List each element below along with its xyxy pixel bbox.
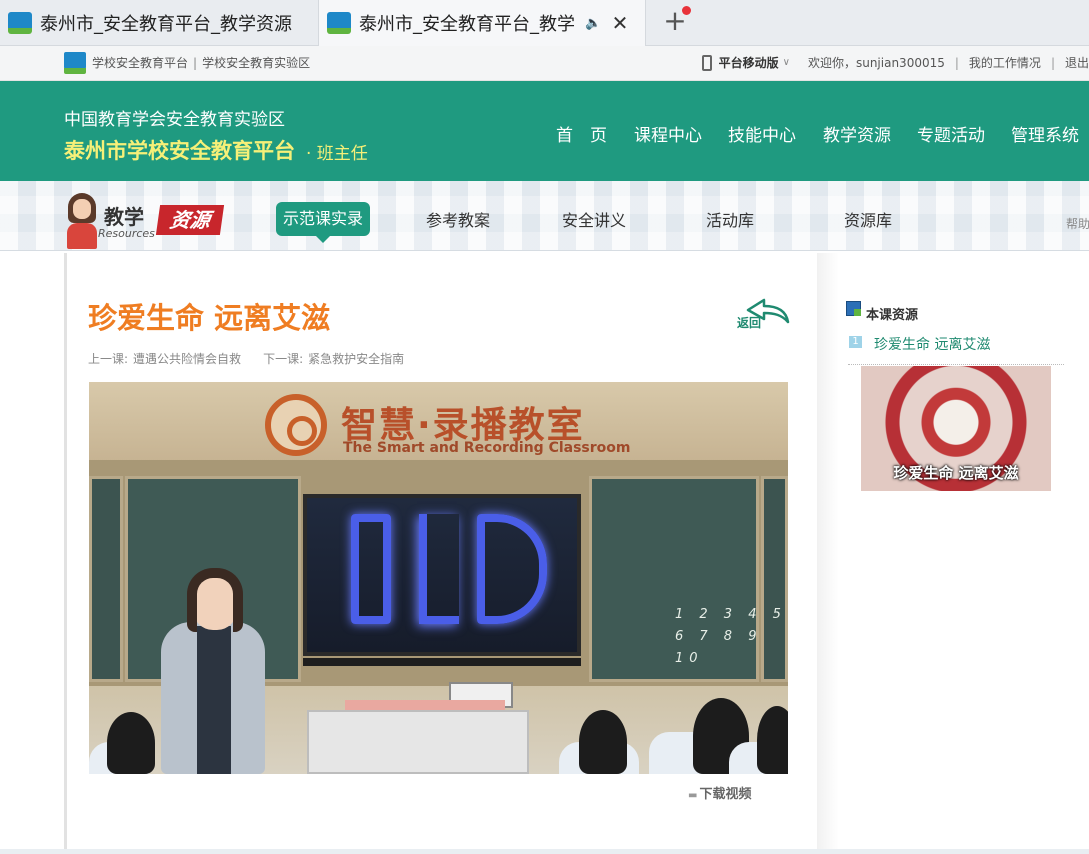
video-scene-sign: 智慧·录播教室 The Smart and Recording Classroo…	[265, 394, 630, 458]
section-logo-subtext: Resources	[98, 227, 155, 240]
divider	[848, 364, 1064, 365]
user-role: · 班主任	[306, 144, 368, 164]
prev-lesson-label: 上一课:	[88, 352, 129, 366]
site-top-strip: 学校安全教育平台 | 学校安全教育实验区 平台移动版 ∨ 欢迎你，sunjian30…	[0, 46, 1089, 81]
nav-management[interactable]: 管理系统	[1011, 121, 1079, 146]
browser-tab-1[interactable]: 泰州市_安全教育平台_教学资源	[0, 0, 318, 46]
site-name-link[interactable]: 学校安全教育平台	[92, 56, 188, 70]
lesson-pager: 上一课: 遭遇公共险情会自救 下一课: 紧急救护安全指南	[88, 350, 404, 367]
nav-home[interactable]: 首 页	[556, 121, 607, 146]
nav-skill-center[interactable]: 技能中心	[728, 121, 796, 146]
tab-lesson-plans[interactable]: 参考教案	[426, 207, 490, 231]
site-title[interactable]: 泰州市学校安全教育平台	[64, 135, 295, 165]
resource-thumbnail[interactable]: 珍爱生命 远离艾滋	[861, 366, 1051, 491]
resource-folder-icon	[846, 301, 861, 316]
tab-activity-library[interactable]: 活动库	[706, 207, 754, 231]
video-lectern	[307, 710, 529, 774]
close-tab-icon[interactable]: ✕	[611, 11, 629, 35]
help-link[interactable]: 帮助	[1066, 215, 1089, 232]
sidebar-heading: 本课资源	[866, 308, 919, 323]
notification-dot	[682, 6, 691, 15]
welcome-text: 欢迎你，sunjian300015	[807, 56, 945, 70]
lesson-video-player[interactable]: 智慧·录播教室 The Smart and Recording Classroo…	[89, 382, 788, 774]
next-lesson-label: 下一课:	[263, 352, 304, 366]
video-student-head	[579, 710, 627, 774]
org-name: 中国教育学会安全教育实验区	[64, 110, 285, 130]
prev-lesson-link[interactable]: 遭遇公共险情会自救	[133, 352, 241, 366]
mobile-phone-icon	[701, 54, 712, 71]
video-tv-screen	[303, 494, 581, 656]
tab-title: 泰州市_安全教育平台_教学资源	[359, 14, 575, 35]
section-logo-text: 教学	[104, 205, 144, 229]
tab-title: 泰州市_安全教育平台_教学资源	[40, 14, 292, 35]
resource-link[interactable]: 珍爱生命 远离艾滋	[874, 334, 990, 354]
board-numbers-row: 1 2 3 4 5	[675, 607, 787, 622]
download-video-button[interactable]: ▬ 下载视频	[688, 783, 751, 802]
video-teacher-shirt	[197, 626, 231, 774]
resource-subnav: 教学 Resources 资源 示范课实录 参考教案 安全讲义 活动库 资源库 …	[0, 181, 1089, 251]
platform-logo-icon[interactable]	[64, 52, 86, 74]
nav-teaching-resources[interactable]: 教学资源	[823, 121, 891, 146]
nav-course-center[interactable]: 课程中心	[634, 121, 702, 146]
mascot-girl-icon	[64, 193, 100, 249]
active-tab-pointer	[316, 236, 330, 243]
mobile-version-link[interactable]: 平台移动版	[719, 54, 779, 71]
site-favicon-icon	[8, 12, 32, 34]
browser-tab-2-active[interactable]: 泰州市_安全教育平台_教学资源 🔈 ✕	[318, 0, 646, 46]
site-breadcrumb: 学校安全教育平台 | 学校安全教育实验区	[92, 54, 310, 71]
nav-special-activities[interactable]: 专题活动	[917, 121, 985, 146]
separator: |	[1050, 55, 1055, 70]
return-button[interactable]: 返回	[737, 314, 761, 331]
resource-index-badge: 1	[849, 336, 862, 348]
logout-link[interactable]: 退出	[1065, 54, 1089, 71]
video-teacher-hair	[187, 568, 243, 632]
video-student-head	[757, 706, 788, 774]
site-header: 中国教育学会安全教育实验区 泰州市学校安全教育平台 · 班主任 首 页 课程中心…	[0, 81, 1089, 181]
browser-tab-bar: 泰州市_安全教育平台_教学资源 泰州市_安全教育平台_教学资源 🔈 ✕ +	[0, 0, 1089, 46]
video-student-head	[107, 712, 155, 774]
video-tv-bezel	[303, 658, 581, 666]
section-logo-badge: 资源	[155, 205, 225, 235]
download-icon: ▬	[688, 790, 698, 801]
page-bottom-strip	[0, 849, 1089, 854]
site-favicon-icon	[327, 12, 351, 34]
video-blackboard	[89, 476, 123, 682]
thumbnail-caption: 珍爱生命 远离艾滋	[893, 464, 1019, 482]
tab-safety-handouts[interactable]: 安全讲义	[562, 207, 626, 231]
download-video-label: 下载视频	[699, 787, 752, 802]
tab-demo-lessons[interactable]: 示范课实录	[276, 202, 370, 236]
zone-name-link[interactable]: 学校安全教育实验区	[202, 56, 310, 70]
next-lesson-link[interactable]: 紧急救护安全指南	[308, 352, 404, 366]
video-sign-english: The Smart and Recording Classroom	[343, 440, 631, 456]
separator: |	[954, 55, 959, 70]
user-bar: 平台移动版 ∨ 欢迎你，sunjian300015 | 我的工作情况 | 退出	[701, 54, 1089, 71]
school-emblem-icon	[265, 394, 327, 456]
sidebar-shadow	[817, 253, 839, 850]
tab-resource-library[interactable]: 资源库	[844, 207, 892, 231]
my-work-link[interactable]: 我的工作情况	[969, 54, 1041, 71]
board-numbers-row: 6 7 8 9 10	[675, 629, 763, 666]
chevron-down-icon[interactable]: ∨	[783, 57, 790, 68]
separator: |	[193, 56, 198, 70]
video-board-numbers: 1 2 3 4 5 6 7 8 9 10	[675, 604, 788, 670]
lesson-title: 珍爱生命 远离艾滋	[88, 301, 331, 335]
speaker-icon[interactable]: 🔈	[585, 16, 601, 31]
